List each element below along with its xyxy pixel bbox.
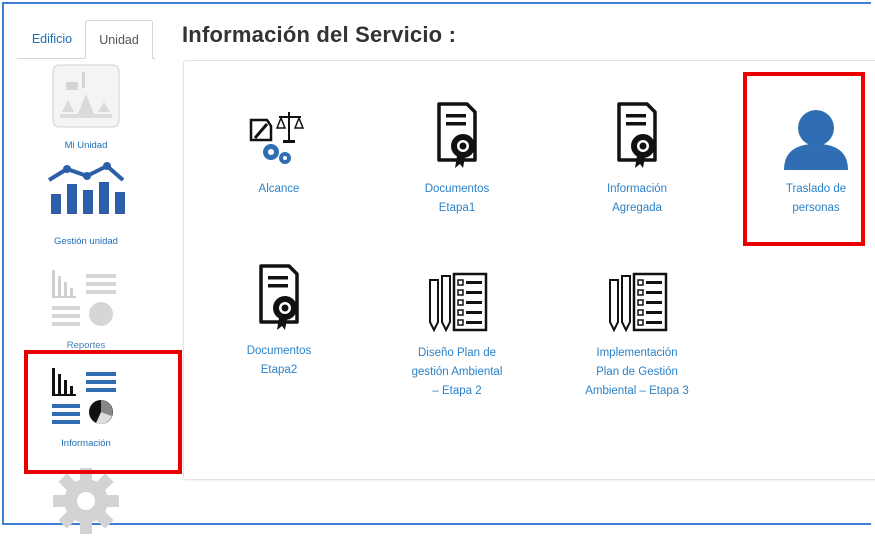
sidebar-item-gestion-unidad[interactable]: Gestión unidad: [17, 160, 155, 247]
service-label: Documentos Etapa2: [246, 345, 312, 376]
sidebar-item-label: Mi Unidad: [64, 140, 108, 151]
sidebar-item-label: Reportes: [66, 340, 106, 351]
building-icon: [52, 64, 120, 128]
scales-gears-icon: [249, 112, 305, 164]
certificate-icon: [617, 102, 657, 168]
gear-icon: [53, 468, 119, 534]
sidebar-item-label: Información: [61, 438, 111, 449]
service-implementacion-plan[interactable]: Implementación Plan de Gestión Ambiental –…: [572, 270, 702, 401]
sidebar-tabs: Edificio Unidad: [17, 20, 155, 59]
reports-chart-icon: [52, 270, 116, 326]
sidebar-item-settings[interactable]: [17, 466, 155, 536]
service-label: Diseño Plan de gestión Ambiental – Etapa 2: [411, 347, 503, 397]
service-documentos-etapa2[interactable]: Documentos Etapa2: [214, 262, 344, 380]
tab-edificio[interactable]: Edificio: [19, 20, 85, 58]
tab-unidad[interactable]: Unidad: [85, 20, 153, 59]
bar-line-chart-icon: [47, 162, 125, 214]
sidebar-item-reportes[interactable]: Reportes: [17, 268, 155, 351]
service-informacion-agregada[interactable]: Información Agregada: [572, 100, 702, 218]
service-diseno-plan[interactable]: Diseño Plan de gestión Ambiental – Etapa 2: [392, 270, 522, 401]
service-label: Documentos Etapa1: [424, 183, 490, 214]
sidebar: Edificio Unidad Mi Unidad Gestión unidad…: [17, 20, 155, 534]
service-label: Alcance: [258, 183, 300, 195]
checklist-pencil-icon: [609, 272, 668, 333]
service-label: Implementación Plan de Gestión Ambiental –…: [585, 347, 689, 397]
sidebar-item-informacion[interactable]: Información: [17, 366, 155, 449]
user-icon: [784, 110, 848, 170]
certificate-icon: [437, 102, 477, 168]
sidebar-item-label: Gestión unidad: [54, 236, 118, 247]
page-title: Información del Servicio :: [182, 22, 457, 47]
service-alcance[interactable]: Alcance: [214, 100, 344, 199]
sidebar-item-mi-unidad[interactable]: Mi Unidad: [17, 64, 155, 151]
service-label: Información Agregada: [606, 183, 668, 214]
service-documentos-etapa1[interactable]: Documentos Etapa1: [392, 100, 522, 218]
checklist-pencil-icon: [429, 272, 488, 333]
service-label: Traslado de personas: [785, 183, 847, 214]
service-traslado-personas[interactable]: Traslado de personas: [751, 100, 875, 218]
certificate-icon: [259, 264, 299, 330]
information-chart-icon: [52, 368, 116, 424]
